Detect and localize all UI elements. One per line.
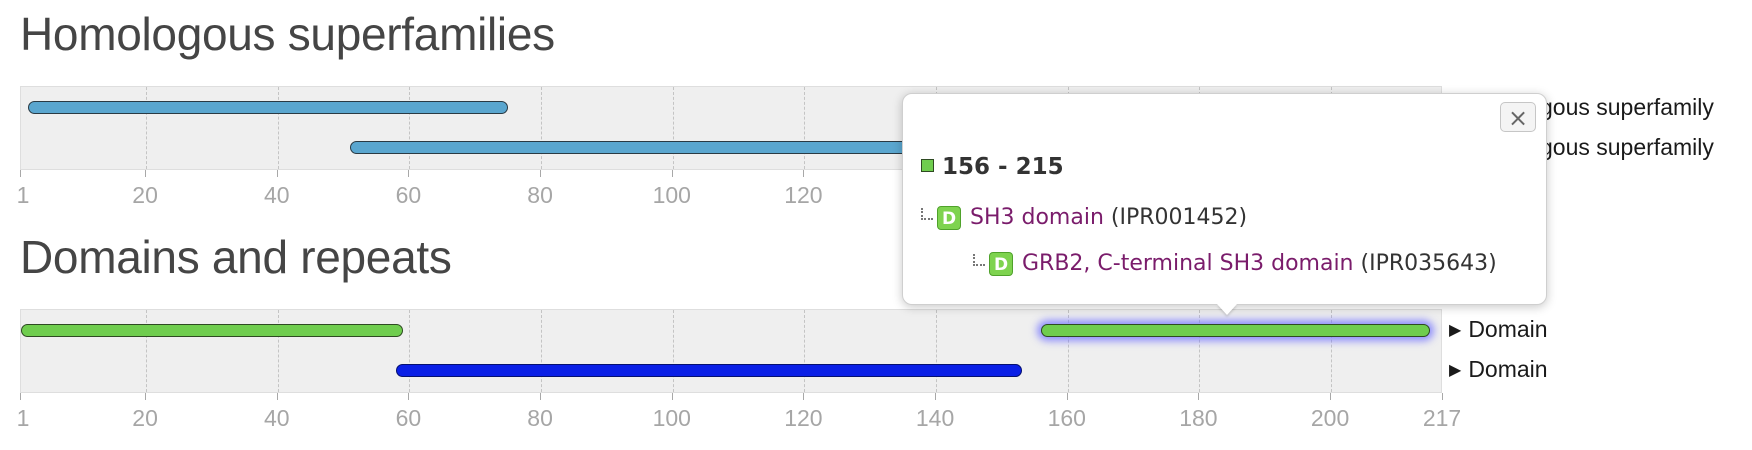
feature-bar-superfamily[interactable] [27, 101, 509, 114]
grid-line [1199, 310, 1201, 392]
axis-tick-label: 217 [1422, 405, 1462, 431]
grid-line [541, 310, 543, 392]
axis-tick [935, 393, 937, 400]
popup-entry: D SH3 domain (IPR001452) [921, 205, 1247, 230]
feature-bar-domain[interactable] [396, 364, 1022, 377]
axis-tick [671, 170, 673, 177]
axis-tick [1198, 393, 1200, 400]
position-axis: 120406080100120140160180200217 [17, 393, 1461, 431]
axis-tick-label: 60 [395, 405, 422, 431]
tree-connector-icon [973, 254, 985, 266]
grid-line [1067, 310, 1069, 392]
axis-tick [1066, 393, 1068, 400]
grid-line [804, 310, 806, 392]
expand-arrow-icon[interactable]: ▶ [1449, 362, 1461, 379]
axis-tick [20, 393, 21, 400]
feature-color-swatch [921, 159, 934, 172]
axis-tick-label: 20 [132, 182, 158, 208]
section-title-superfamilies: Homologous superfamilies [20, 8, 555, 60]
axis-tick-label: 200 [1310, 405, 1350, 431]
grid-line [277, 310, 279, 392]
axis-tick-label: 40 [263, 182, 290, 208]
axis-tick [145, 170, 147, 177]
row-label-superfamily[interactable]: gous superfamily [1540, 134, 1714, 161]
axis-tick [1442, 393, 1443, 400]
domain-type-badge-icon: D [989, 252, 1013, 276]
grid-line [146, 87, 148, 169]
feature-bar-domain[interactable] [21, 324, 403, 337]
entry-link[interactable]: GRB2, C-terminal SH3 domain [1022, 251, 1354, 276]
axis-tick-label: 80 [527, 182, 553, 208]
axis-tick-label: 120 [784, 182, 823, 208]
axis-tick-label: 140 [915, 405, 955, 431]
axis-tick [276, 170, 278, 177]
axis-tick [671, 393, 673, 400]
row-label-superfamily[interactable]: gous superfamily [1540, 94, 1714, 121]
axis-tick-label: 1 [16, 182, 30, 208]
tree-connector-icon [921, 208, 933, 220]
axis-tick [803, 170, 805, 177]
axis-tick-label: 80 [527, 405, 553, 431]
axis-tick-label: 60 [395, 182, 422, 208]
feature-popup: × 156 - 215 D SH3 domain (IPR001452) D GRB… [902, 93, 1547, 315]
axis-tick [540, 170, 542, 177]
axis-tick-label: 100 [652, 405, 691, 431]
axis-tick-label: 40 [263, 405, 290, 431]
axis-tick [20, 170, 21, 177]
popup-entry: D GRB2, C-terminal SH3 domain (IPR035643) [973, 251, 1497, 276]
axis-tick-label: 180 [1179, 405, 1218, 431]
popup-pointer [1217, 304, 1237, 315]
axis-tick [1330, 393, 1332, 400]
axis-tick-label: 100 [652, 182, 691, 208]
grid-line [146, 310, 148, 392]
row-label-domain[interactable]: ▶ Domain [1449, 316, 1548, 343]
grid-line [1331, 310, 1333, 392]
section-title-domains: Domains and repeats [20, 231, 452, 283]
entry-link[interactable]: SH3 domain [970, 205, 1104, 230]
close-button[interactable]: × [1500, 102, 1536, 132]
axis-tick-label: 160 [1047, 405, 1086, 431]
row-label-domain[interactable]: ▶ Domain [1449, 356, 1548, 383]
expand-arrow-icon[interactable]: ▶ [1449, 322, 1461, 339]
grid-line [672, 87, 674, 169]
grid-line [804, 87, 806, 169]
grid-line [672, 310, 674, 392]
axis-tick [803, 393, 805, 400]
grid-line [936, 310, 938, 392]
entry-accession: (IPR001452) [1110, 205, 1248, 230]
axis-tick [145, 393, 147, 400]
axis-tick [276, 393, 278, 400]
axis-tick [408, 170, 410, 177]
grid-line [541, 87, 543, 169]
axis-tick-label: 120 [784, 405, 823, 431]
feature-bar-domain-selected[interactable] [1041, 324, 1430, 337]
entry-accession: (IPR035643) [1360, 251, 1497, 276]
popup-range: 156 - 215 [921, 154, 1064, 180]
axis-tick [408, 393, 410, 400]
domain-type-badge-icon: D [937, 206, 961, 230]
grid-line [409, 87, 411, 169]
axis-tick [540, 393, 542, 400]
domains-track [20, 309, 1442, 393]
grid-line [409, 310, 411, 392]
axis-tick-label: 1 [16, 405, 30, 431]
grid-line [277, 87, 279, 169]
axis-tick-label: 20 [132, 405, 158, 431]
